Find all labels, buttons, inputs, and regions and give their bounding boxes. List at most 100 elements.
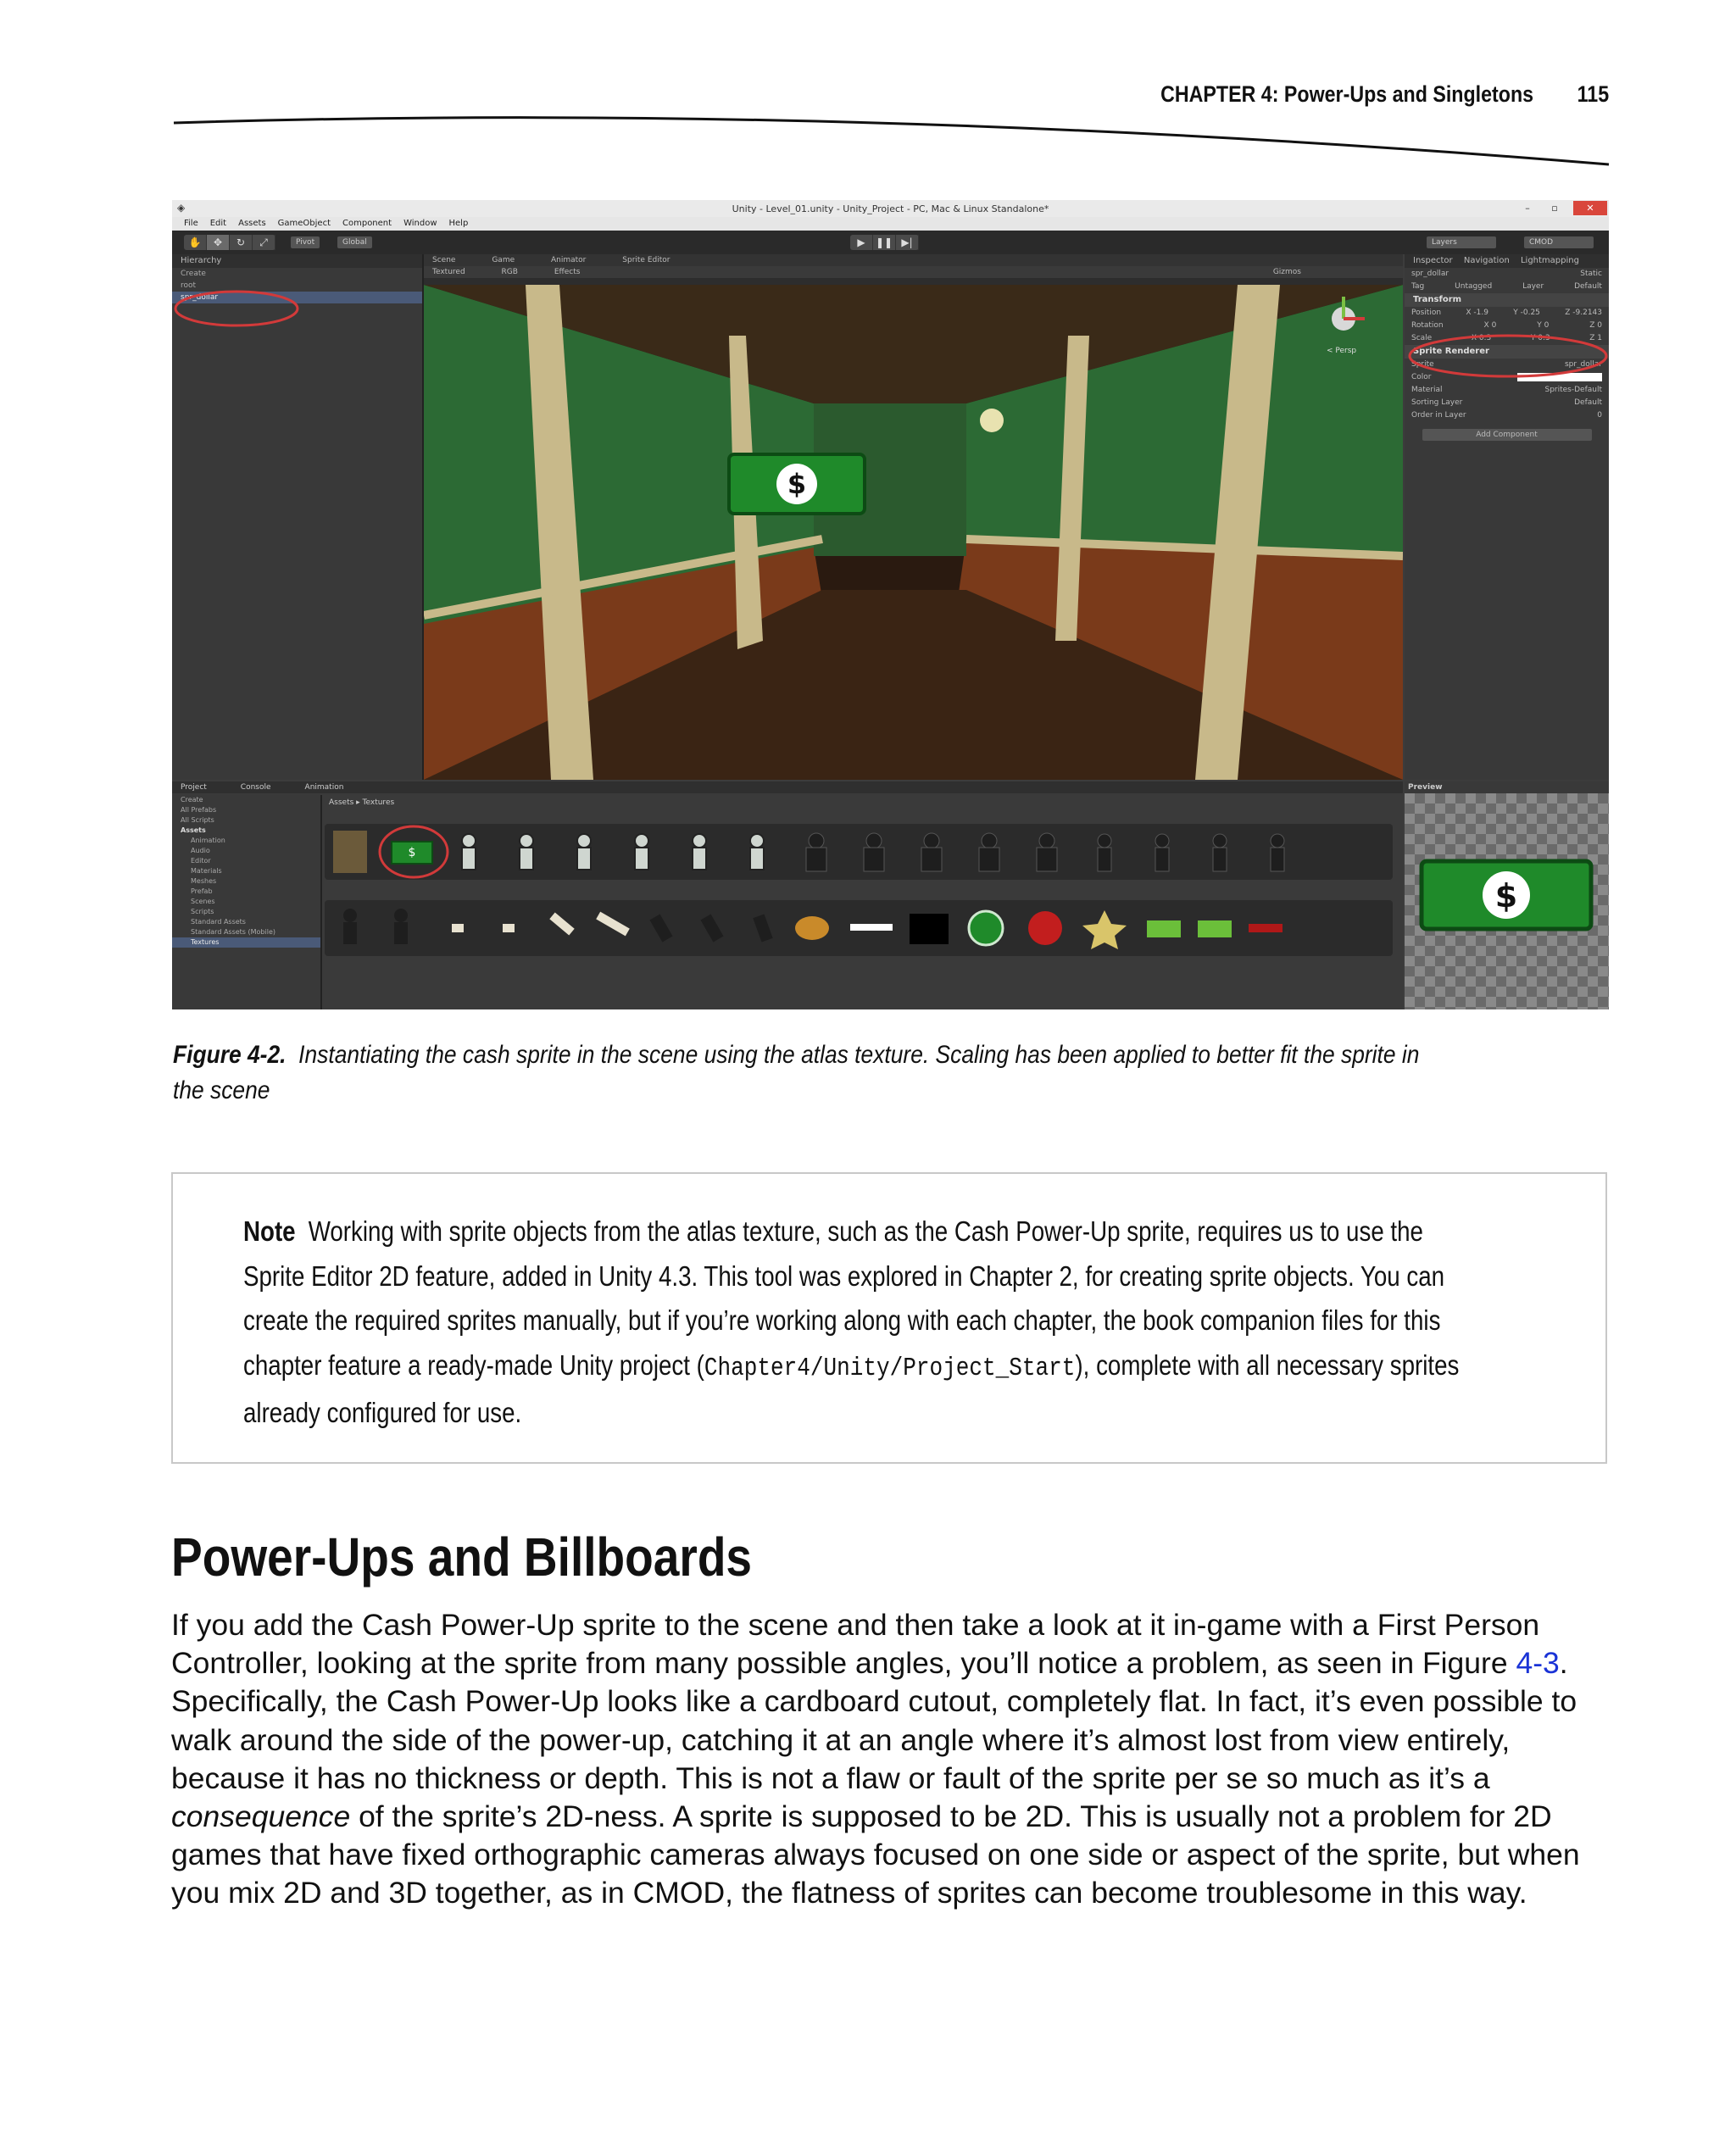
folder-meshes[interactable]: Meshes: [172, 876, 320, 887]
move-tool-icon[interactable]: ✥: [207, 235, 230, 250]
annotation-circle-hierarchy: [174, 290, 299, 327]
running-header: CHAPTER 4: Power-Ups and Singletons 115: [1160, 81, 1609, 108]
position-y[interactable]: Y -0.25: [1513, 307, 1540, 320]
folder-audio[interactable]: Audio: [172, 846, 320, 856]
note-box: Note Working with sprite objects from the…: [171, 1172, 1607, 1464]
order-field[interactable]: 0: [1597, 409, 1602, 422]
atlas-thumbnail[interactable]: [333, 831, 367, 873]
window-title: Unity - Level_01.unity - Unity_Project -…: [732, 203, 1049, 214]
render-mode[interactable]: RGB: [502, 268, 518, 276]
pivot-toggle[interactable]: Pivot: [291, 236, 320, 248]
preview-viewport: $: [1405, 793, 1609, 1009]
project-create[interactable]: Create: [172, 795, 320, 805]
scene-panel: Scene Game Animator Sprite Editor Textur…: [424, 254, 1403, 780]
menu-window[interactable]: Window: [403, 217, 437, 231]
step-icon[interactable]: ▶|: [896, 235, 919, 250]
menu-help[interactable]: Help: [449, 217, 469, 231]
tab-inspector[interactable]: Inspector: [1413, 256, 1453, 265]
character-sprites[interactable]: [452, 829, 1384, 876]
cash-sprite[interactable]: $: [727, 453, 866, 515]
sorting-layer-row: Sorting Layer Default: [1405, 397, 1609, 409]
inspector-panel: Inspector Navigation Lightmapping spr_do…: [1405, 254, 1609, 780]
tab-sprite-editor[interactable]: Sprite Editor: [622, 256, 670, 264]
tag-dropdown[interactable]: Untagged: [1455, 281, 1492, 293]
light-gizmo-icon[interactable]: [980, 409, 1004, 432]
tab-scene[interactable]: Scene: [432, 256, 455, 264]
layout-dropdown[interactable]: CMOD: [1524, 236, 1594, 248]
close-button[interactable]: ✕: [1573, 201, 1607, 215]
menu-edit[interactable]: Edit: [210, 217, 226, 231]
sorting-layer-field[interactable]: Default: [1574, 397, 1602, 409]
layer-label: Layer: [1522, 282, 1544, 291]
figure-screenshot: ◈ Unity - Level_01.unity - Unity_Project…: [172, 200, 1609, 1009]
scene-viewport[interactable]: $ < Persp: [424, 285, 1403, 780]
pause-icon[interactable]: ❚❚: [873, 235, 896, 250]
project-breadcrumb[interactable]: Assets ▸ Textures: [329, 798, 394, 807]
tab-animation[interactable]: Animation: [305, 781, 344, 793]
folder-editor[interactable]: Editor: [172, 856, 320, 866]
folder-materials[interactable]: Materials: [172, 866, 320, 876]
shading-mode[interactable]: Textured: [432, 268, 465, 276]
menu-bar: File Edit Assets GameObject Component Wi…: [172, 217, 1609, 231]
material-field[interactable]: Sprites-Default: [1544, 384, 1602, 397]
svg-text:$: $: [787, 468, 806, 500]
effects-toggle[interactable]: Effects: [554, 268, 581, 276]
transform-header[interactable]: Transform: [1405, 293, 1609, 307]
item-sprites[interactable]: [333, 907, 1384, 951]
position-z[interactable]: Z -9.2143: [1565, 307, 1602, 320]
inspector-tabs: Inspector Navigation Lightmapping: [1405, 254, 1609, 268]
page-number: 115: [1577, 81, 1609, 107]
folder-textures[interactable]: Textures: [172, 937, 320, 948]
global-toggle[interactable]: Global: [337, 236, 372, 248]
layers-dropdown[interactable]: Layers: [1427, 236, 1496, 248]
object-name[interactable]: spr_dollar: [1411, 268, 1449, 281]
tag-layer-row: Tag Untagged Layer Default: [1405, 281, 1609, 293]
tab-lightmapping[interactable]: Lightmapping: [1521, 256, 1579, 265]
note-text: Note Working with sprite objects from the…: [243, 1210, 1483, 1436]
folder-standard-assets-mobile[interactable]: Standard Assets (Mobile): [172, 927, 320, 937]
maximize-button[interactable]: ▫: [1538, 201, 1572, 215]
hierarchy-tab[interactable]: Hierarchy: [172, 254, 422, 268]
assets-folder[interactable]: Assets: [172, 826, 320, 836]
rotation-z[interactable]: Z 0: [1589, 320, 1602, 332]
note-code-path: Chapter4/Unity/Project_Start: [704, 1353, 1076, 1383]
tab-navigation[interactable]: Navigation: [1464, 256, 1510, 265]
menu-assets[interactable]: Assets: [238, 217, 266, 231]
tab-animator[interactable]: Animator: [551, 256, 586, 264]
annotation-circle-transform: [1408, 334, 1608, 378]
hierarchy-create[interactable]: Create: [172, 268, 422, 280]
menu-gameobject[interactable]: GameObject: [278, 217, 331, 231]
rotate-tool-icon[interactable]: ↻: [230, 235, 253, 250]
svg-text:$: $: [1495, 877, 1517, 915]
tab-game[interactable]: Game: [492, 256, 515, 264]
folder-scripts[interactable]: Scripts: [172, 907, 320, 917]
play-icon[interactable]: ▶: [850, 235, 873, 250]
folder-standard-assets[interactable]: Standard Assets: [172, 917, 320, 927]
favorite-all-scripts[interactable]: All Scripts: [172, 815, 320, 826]
figure-caption: Figure 4-2. Instantiating the cash sprit…: [173, 1037, 1441, 1109]
rotation-y[interactable]: Y 0: [1537, 320, 1549, 332]
layer-dropdown[interactable]: Default: [1574, 281, 1602, 293]
position-x[interactable]: X -1.9: [1466, 307, 1488, 320]
folder-scenes[interactable]: Scenes: [172, 897, 320, 907]
figure-link[interactable]: 4-3: [1516, 1646, 1559, 1680]
material-row: Material Sprites-Default: [1405, 384, 1609, 397]
project-panel: Project Console Animation Create All Pre…: [172, 781, 1403, 1009]
chapter-title: CHAPTER 4: Power-Ups and Singletons: [1160, 81, 1533, 107]
folder-animation[interactable]: Animation: [172, 836, 320, 846]
menu-component[interactable]: Component: [342, 217, 392, 231]
body-emphasis: consequence: [171, 1799, 351, 1834]
gizmos-dropdown[interactable]: Gizmos: [1273, 266, 1301, 278]
project-tabs: Project Console Animation: [172, 781, 1403, 793]
menu-file[interactable]: File: [184, 217, 198, 231]
tab-project[interactable]: Project: [181, 781, 207, 793]
scale-tool-icon[interactable]: ⤢: [253, 235, 275, 250]
static-toggle[interactable]: Static: [1580, 268, 1602, 281]
tab-console[interactable]: Console: [241, 781, 271, 793]
folder-prefab[interactable]: Prefab: [172, 887, 320, 897]
hand-tool-icon[interactable]: ✋: [184, 235, 207, 250]
add-component-button[interactable]: Add Component: [1422, 429, 1592, 441]
favorite-all-prefabs[interactable]: All Prefabs: [172, 805, 320, 815]
rotation-x[interactable]: X 0: [1484, 320, 1497, 332]
position-label: Position: [1411, 309, 1442, 317]
